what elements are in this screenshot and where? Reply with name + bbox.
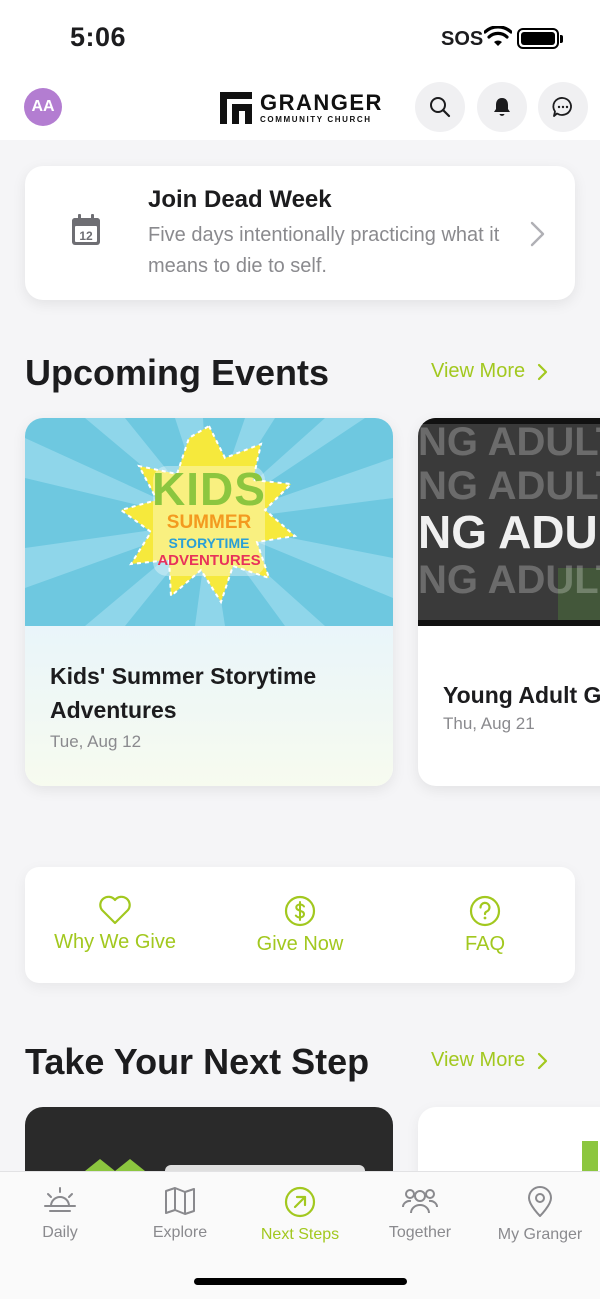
give-now-label: Give Now xyxy=(256,933,344,955)
give-bar: Why We Give Give Now FAQ xyxy=(25,867,575,983)
upcoming-events-view-more[interactable]: View More xyxy=(431,360,549,383)
dollar-icon xyxy=(284,895,316,927)
chevron-right-icon xyxy=(530,221,545,247)
event-card[interactable]: NG ADULTS NG ADULTS NG ADULTS NG ADULTS … xyxy=(418,418,600,786)
battery-icon xyxy=(517,28,563,49)
next-step-title: Take Your Next Step xyxy=(25,1041,370,1082)
messages-button[interactable] xyxy=(538,82,588,132)
location-pin-icon xyxy=(528,1186,552,1217)
view-more-label: View More xyxy=(431,1049,526,1071)
status-time: 5:06 xyxy=(70,22,127,52)
search-button[interactable] xyxy=(415,82,465,132)
calendar-day: 12 xyxy=(79,229,93,243)
granger-logo: GRANGER COMMUNITY CHURCH xyxy=(220,88,383,128)
calendar-icon: 12 xyxy=(72,214,100,245)
why-we-give-label: Why We Give xyxy=(54,931,176,953)
chevron-right-icon xyxy=(538,1052,548,1069)
tab-explore-label: Explore xyxy=(152,1224,208,1241)
promo-title: Join Dead Week xyxy=(148,186,332,213)
promo-description: Five days intentionally practicing what … xyxy=(148,224,500,277)
search-icon xyxy=(430,97,451,118)
event-image-text-repeat: NG ADULTS xyxy=(418,558,600,602)
upcoming-events-title: Upcoming Events xyxy=(25,352,330,393)
heart-icon xyxy=(99,895,131,925)
tab-next-steps[interactable]: Next Steps xyxy=(240,1186,360,1244)
granger-logo-mark xyxy=(220,92,252,124)
tab-daily[interactable]: Daily xyxy=(0,1186,120,1242)
tab-daily-label: Daily xyxy=(42,1224,78,1241)
tab-together[interactable]: Together xyxy=(360,1186,480,1242)
app-header: AA GRANGER COMMUNITY CHURCH xyxy=(0,76,600,140)
event-image-text-repeat: NG ADULTS xyxy=(418,420,600,464)
event-date: Thu, Aug 21 xyxy=(443,714,535,733)
event-image-text-kids: KIDS xyxy=(152,463,266,515)
event-card[interactable]: KIDS SUMMER STORYTIME ADVENTURES Kids' S… xyxy=(25,418,393,786)
event-image-text-summer: SUMMER xyxy=(166,512,252,533)
wifi-icon xyxy=(484,26,512,46)
event-image-text-main: NG ADULTS xyxy=(418,508,600,556)
people-icon xyxy=(402,1189,438,1214)
event-image-text-storytime: STORYTIME xyxy=(168,535,250,551)
notifications-button[interactable] xyxy=(477,82,527,132)
map-icon xyxy=(165,1187,195,1215)
event-image-text-repeat: NG ADULTS xyxy=(418,464,600,508)
tab-explore[interactable]: Explore xyxy=(120,1186,240,1242)
dead-week-card[interactable]: 12 Join Dead Week Five days intentionall… xyxy=(25,166,575,300)
tab-my-granger-label: My Granger xyxy=(497,1226,583,1243)
event-title: Young Adult G xyxy=(443,682,600,708)
question-icon xyxy=(469,895,501,927)
home-indicator[interactable] xyxy=(194,1278,407,1285)
tab-my-granger[interactable]: My Granger xyxy=(480,1186,600,1244)
next-step-view-more[interactable]: View More xyxy=(431,1049,549,1072)
view-more-label: View More xyxy=(431,360,526,382)
faq-label: FAQ xyxy=(464,933,505,955)
tab-next-steps-label: Next Steps xyxy=(260,1226,340,1243)
why-we-give-button[interactable]: Why We Give xyxy=(25,895,205,954)
give-now-button[interactable]: Give Now xyxy=(210,895,390,956)
bell-icon xyxy=(494,98,510,116)
avatar[interactable]: AA xyxy=(24,88,62,126)
sunrise-icon xyxy=(44,1187,76,1212)
arrow-circle-icon xyxy=(284,1186,316,1218)
logo-title: GRANGER xyxy=(260,90,383,115)
chevron-right-icon xyxy=(538,363,548,380)
status-carrier: SOS xyxy=(441,28,484,50)
status-bar: 5:06 SOS xyxy=(0,0,600,76)
event-image-text-adventures: ADVENTURES xyxy=(157,552,261,569)
faq-button[interactable]: FAQ xyxy=(395,895,575,956)
event-title: Kids' Summer Storytime Adventures xyxy=(50,663,317,723)
logo-subtitle: COMMUNITY CHURCH xyxy=(260,115,372,124)
chat-icon xyxy=(552,97,572,117)
tab-together-label: Together xyxy=(388,1224,452,1241)
event-date: Tue, Aug 12 xyxy=(50,732,142,751)
